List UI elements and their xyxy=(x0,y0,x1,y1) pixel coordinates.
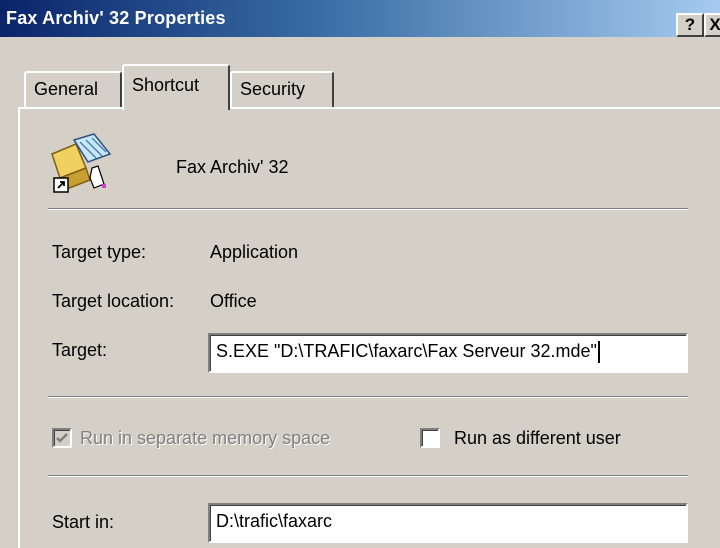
run-as-checkbox[interactable] xyxy=(420,428,440,448)
tab-security-label: Security xyxy=(240,79,306,99)
tab-security[interactable]: Security xyxy=(230,71,334,107)
start-in-value: D:\trafic\faxarc xyxy=(216,511,333,531)
target-value: S.EXE "D:\TRAFIC\faxarc\Fax Serveur 32.m… xyxy=(216,341,597,361)
start-in-field[interactable]: D:\trafic\faxarc xyxy=(208,503,688,543)
close-button[interactable]: X xyxy=(704,13,720,37)
tab-general[interactable]: General xyxy=(24,71,122,107)
start-in-label: Start in: xyxy=(52,512,115,532)
separator xyxy=(48,208,688,210)
text-caret xyxy=(597,341,600,364)
properties-dialog: Fax Archiv' 32 Properties ? X General Sh… xyxy=(0,0,720,548)
run-separate-checkbox[interactable] xyxy=(52,428,72,448)
shortcut-app-icon xyxy=(51,133,112,193)
window-title: Fax Archiv' 32 Properties xyxy=(6,8,226,28)
target-type-label: Target type: xyxy=(52,242,147,262)
target-location-label: Target location: xyxy=(52,291,175,311)
help-button[interactable]: ? xyxy=(676,13,704,37)
separator xyxy=(48,475,688,477)
tab-shortcut[interactable]: Shortcut xyxy=(122,64,230,110)
separator xyxy=(48,396,688,398)
tab-panel-shortcut xyxy=(18,107,720,548)
tab-general-label: General xyxy=(34,79,99,99)
target-location-value: Office xyxy=(210,291,257,311)
tab-shortcut-label: Shortcut xyxy=(132,75,200,95)
help-icon: ? xyxy=(684,15,696,34)
run-separate-label: Run in separate memory space xyxy=(80,428,331,448)
run-as-label: Run as different user xyxy=(454,428,621,448)
close-icon: X xyxy=(709,15,720,34)
target-type-value: Application xyxy=(210,242,299,262)
check-icon xyxy=(56,433,68,443)
shortcut-name: Fax Archiv' 32 xyxy=(176,157,289,177)
target-field[interactable]: S.EXE "D:\TRAFIC\faxarc\Fax Serveur 32.m… xyxy=(208,333,688,373)
title-bar[interactable]: Fax Archiv' 32 Properties ? X xyxy=(0,0,720,37)
target-label: Target: xyxy=(52,340,108,360)
